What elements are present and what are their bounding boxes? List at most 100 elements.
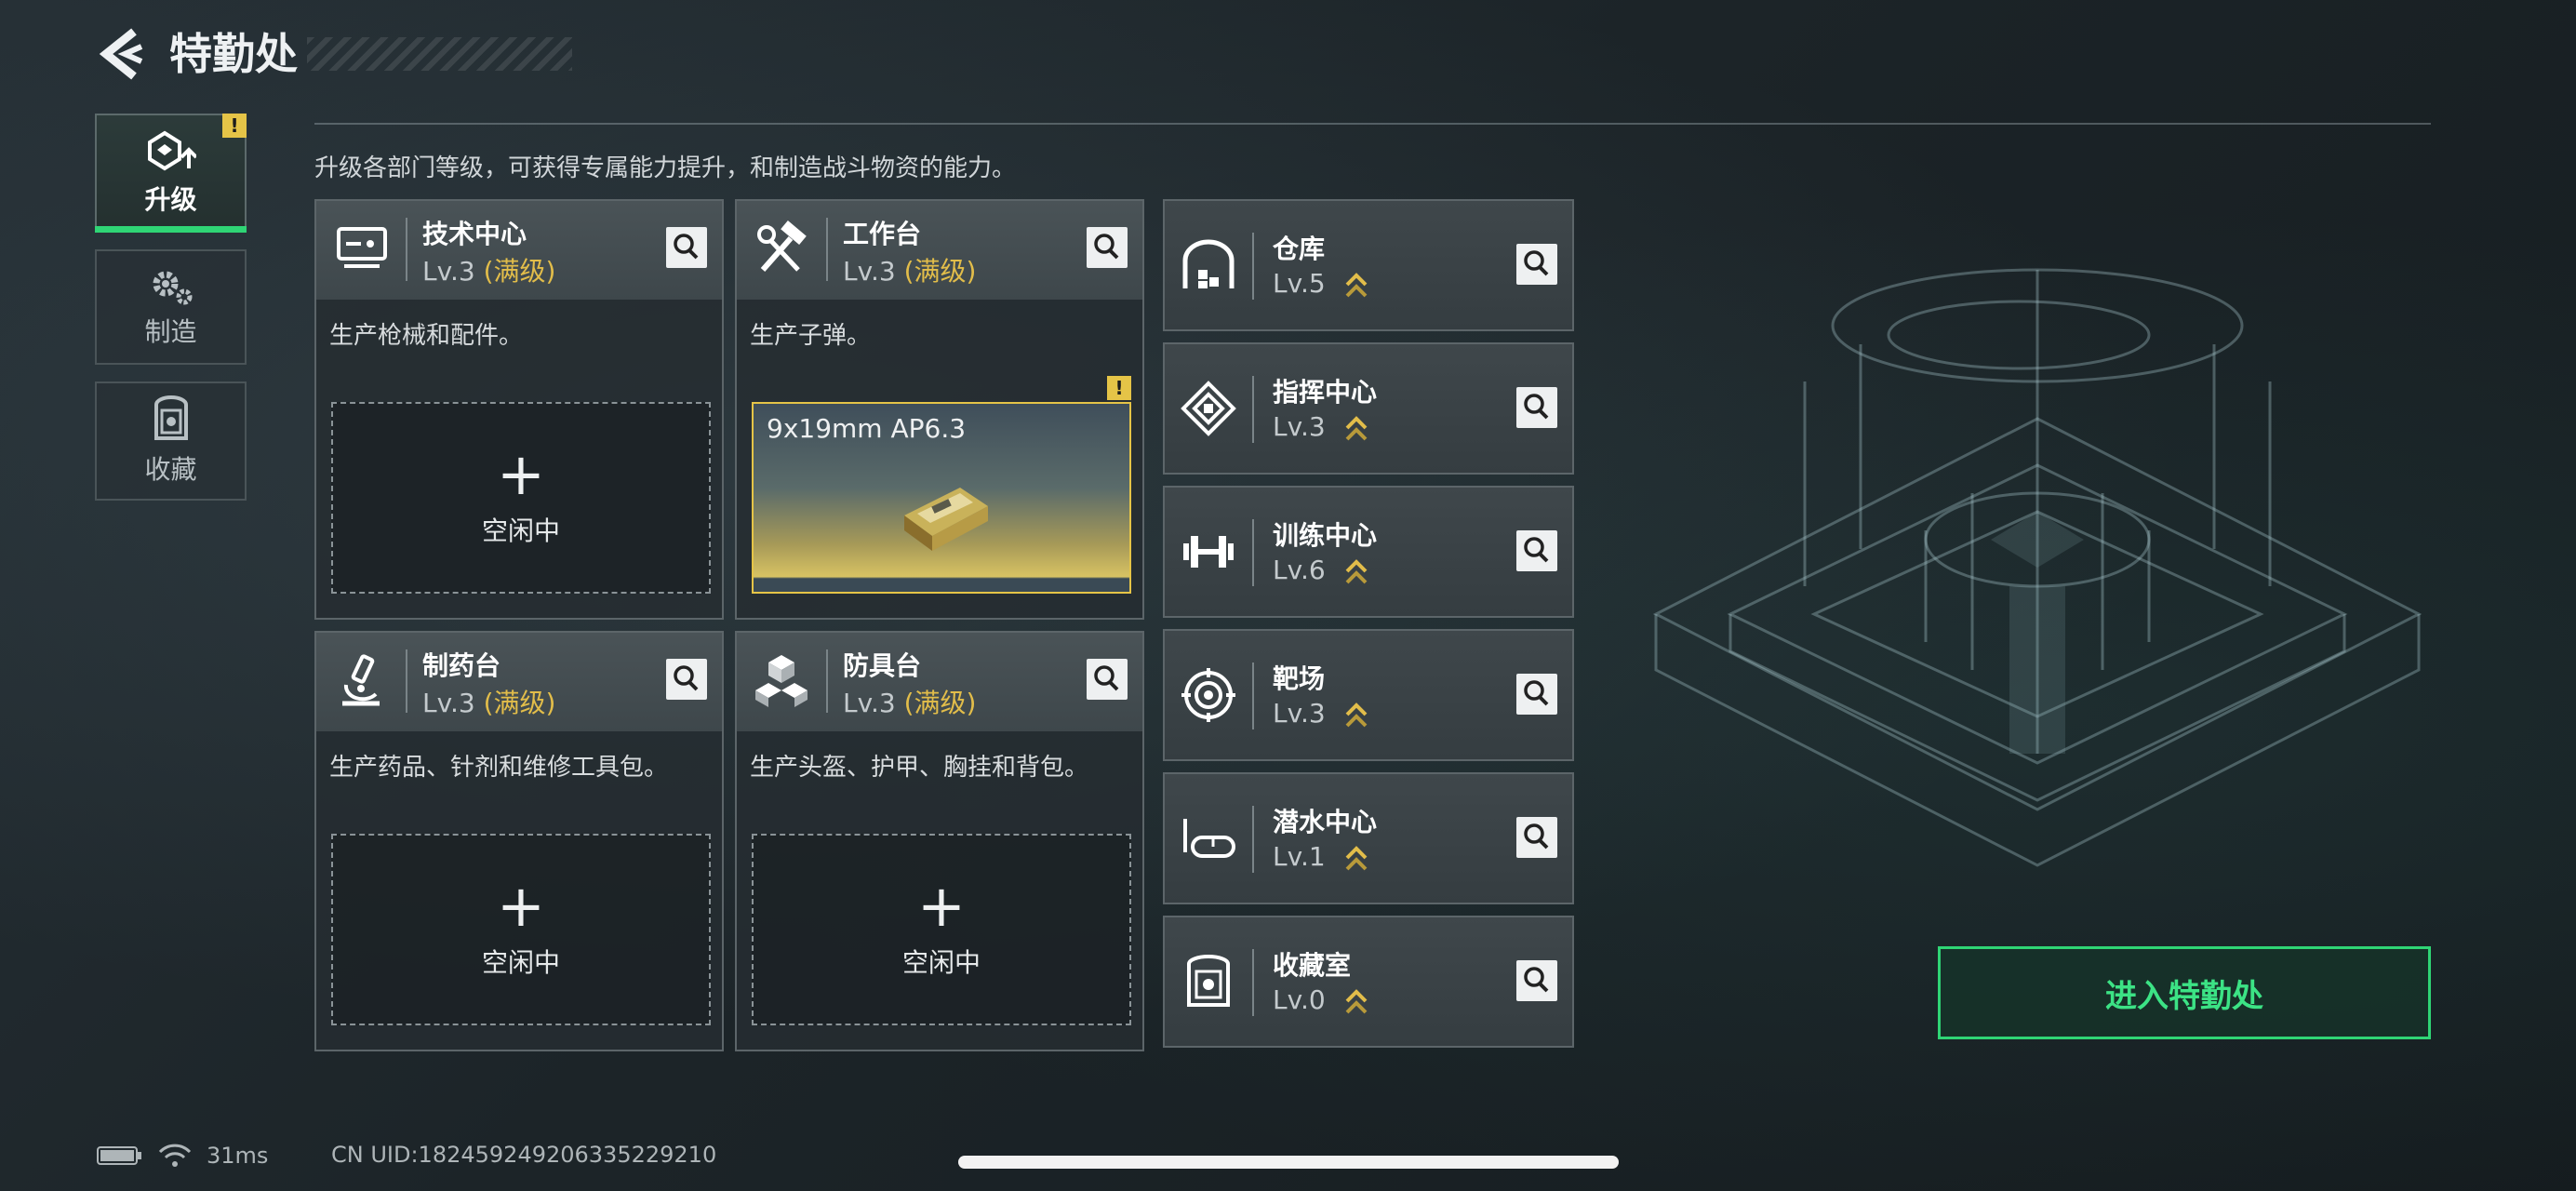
add-icon: + [917, 872, 966, 940]
station-card-workbench[interactable]: 工作台 Lv.3 (满级) 生产子弹。 9x19mm AP6.3 ! [735, 199, 1144, 620]
facility-level: Lv.5 [1273, 268, 1326, 299]
slot-status: 空闲中 [901, 947, 981, 978]
back-arrow-icon[interactable] [93, 26, 149, 82]
station-level: Lv.3 (满级) [422, 251, 555, 288]
produced-item-name: 9x19mm AP6.3 [767, 413, 967, 444]
facility-illustration [1652, 268, 2423, 867]
tab-upgrade[interactable]: 升级 ! [95, 114, 247, 233]
production-slot[interactable]: + 空闲中 [331, 834, 711, 1025]
search-icon[interactable] [1087, 227, 1128, 268]
tab-collection[interactable]: 收藏 [95, 381, 247, 501]
search-icon[interactable] [1516, 530, 1557, 571]
user-uid: CN UID:18245924920633522921​0 [331, 1142, 717, 1168]
add-icon: + [497, 872, 545, 940]
station-level: Lv.3 (满级) [843, 251, 976, 288]
separator [1252, 519, 1254, 586]
tab-craft-label: 制造 [144, 316, 197, 347]
upgrade-chevron-icon [1345, 559, 1368, 584]
station-card-pharmacy[interactable]: 制药台 Lv.3 (满级) 生产药品、针剂和维修工具包。 + 空闲中 [314, 631, 724, 1051]
ping-value: 31ms [207, 1143, 269, 1169]
battery-icon [97, 1146, 141, 1165]
station-card-armor[interactable]: 防具台 Lv.3 (满级) 生产头盔、护甲、胸挂和背包。 + 空闲中 [735, 631, 1144, 1051]
upgrade-chevron-icon [1345, 273, 1368, 298]
active-indicator [95, 226, 247, 233]
production-slot-active[interactable]: 9x19mm AP6.3 ! [752, 376, 1131, 594]
station-name: 制药台 [422, 650, 501, 681]
facility-collection-room[interactable]: 收藏室 Lv.0 [1163, 916, 1574, 1048]
gear-icon [153, 271, 192, 305]
station-level: Lv.3 (满级) [422, 683, 555, 720]
station-card-tech-center[interactable]: 技术中心 Lv.3 (满级) 生产枪械和配件。 + 空闲中 [314, 199, 724, 620]
tab-craft[interactable]: 制造 [95, 249, 247, 365]
station-name: 防具台 [843, 650, 922, 681]
warning-badge: ! [222, 114, 247, 138]
station-header: 技术中心 Lv.3 (满级) [316, 201, 722, 300]
separator [1252, 662, 1254, 729]
page-description: 升级各部门等级，可获得专属能力提升，和制造战斗物资的能力。 [314, 154, 1017, 182]
search-icon[interactable] [1516, 960, 1557, 1001]
facility-level: Lv.1 [1273, 841, 1326, 872]
facility-name: 潜水中心 [1273, 807, 1378, 837]
separator [406, 218, 407, 281]
level-value: Lv.3 [843, 256, 896, 287]
enter-special-ops-button[interactable]: 进入特勤处 [1938, 946, 2431, 1039]
add-icon: + [497, 440, 545, 508]
facility-name: 指挥中心 [1273, 377, 1378, 408]
search-icon[interactable] [1516, 244, 1557, 285]
search-icon[interactable] [1087, 659, 1128, 700]
search-icon[interactable] [666, 227, 707, 268]
upgrade-chevron-icon [1345, 416, 1368, 441]
facility-name: 仓库 [1273, 234, 1326, 264]
separator [1252, 376, 1254, 443]
upgrade-chevron-icon [1345, 989, 1368, 1014]
max-level-tag: (满级) [903, 256, 977, 287]
level-value: Lv.3 [422, 256, 475, 287]
home-indicator[interactable] [958, 1156, 1619, 1169]
separator [826, 649, 828, 713]
production-slot[interactable]: + 空闲中 [331, 402, 711, 594]
warning-badge: ! [1107, 376, 1131, 400]
upgrade-icon [147, 130, 196, 171]
facility-warehouse[interactable]: 仓库 Lv.5 [1163, 199, 1574, 331]
wifi-icon [158, 1144, 192, 1167]
facility-shooting-range[interactable]: 靶场 Lv.3 [1163, 629, 1574, 761]
station-description: 生产药品、针剂和维修工具包。 [329, 754, 669, 782]
collection-room-icon [1187, 955, 1230, 1007]
level-value: Lv.3 [422, 688, 475, 718]
facility-name: 收藏室 [1273, 950, 1352, 981]
station-level: Lv.3 (满级) [843, 683, 976, 720]
collection-icon [153, 395, 188, 440]
slot-status: 空闲中 [481, 515, 560, 546]
station-description: 生产头盔、护甲、胸挂和背包。 [750, 754, 1089, 782]
separator [1252, 233, 1254, 300]
max-level-tag: (满级) [903, 688, 977, 718]
separator [1252, 949, 1254, 1016]
station-name: 工作台 [843, 219, 922, 249]
target-icon [1181, 668, 1235, 722]
page-title: 特勤处 [169, 29, 298, 79]
search-icon[interactable] [1516, 817, 1557, 858]
facility-command-center[interactable]: 指挥中心 Lv.3 [1163, 342, 1574, 475]
search-icon[interactable] [1516, 674, 1557, 715]
station-name: 技术中心 [422, 219, 527, 249]
blocks-icon [755, 655, 808, 707]
search-icon[interactable] [666, 659, 707, 700]
command-icon [1181, 381, 1236, 436]
tab-collection-label: 收藏 [144, 454, 197, 485]
separator [1252, 806, 1254, 873]
tab-upgrade-label: 升级 [144, 184, 197, 215]
station-header: 制药台 Lv.3 (满级) [316, 633, 722, 731]
dumbbell-icon [1183, 536, 1234, 568]
microscope-icon [342, 654, 380, 706]
facility-level: Lv.6 [1273, 555, 1326, 585]
diving-mask-icon [1183, 819, 1235, 858]
divider-line [314, 123, 2431, 125]
facility-level: Lv.0 [1273, 984, 1326, 1015]
level-value: Lv.3 [843, 688, 896, 718]
facility-diving-center[interactable]: 潜水中心 Lv.1 [1163, 772, 1574, 904]
monitor-icon [337, 227, 387, 268]
facility-training-center[interactable]: 训练中心 Lv.6 [1163, 486, 1574, 618]
production-slot[interactable]: + 空闲中 [752, 834, 1131, 1025]
search-icon[interactable] [1516, 387, 1557, 428]
station-header: 工作台 Lv.3 (满级) [737, 201, 1142, 300]
